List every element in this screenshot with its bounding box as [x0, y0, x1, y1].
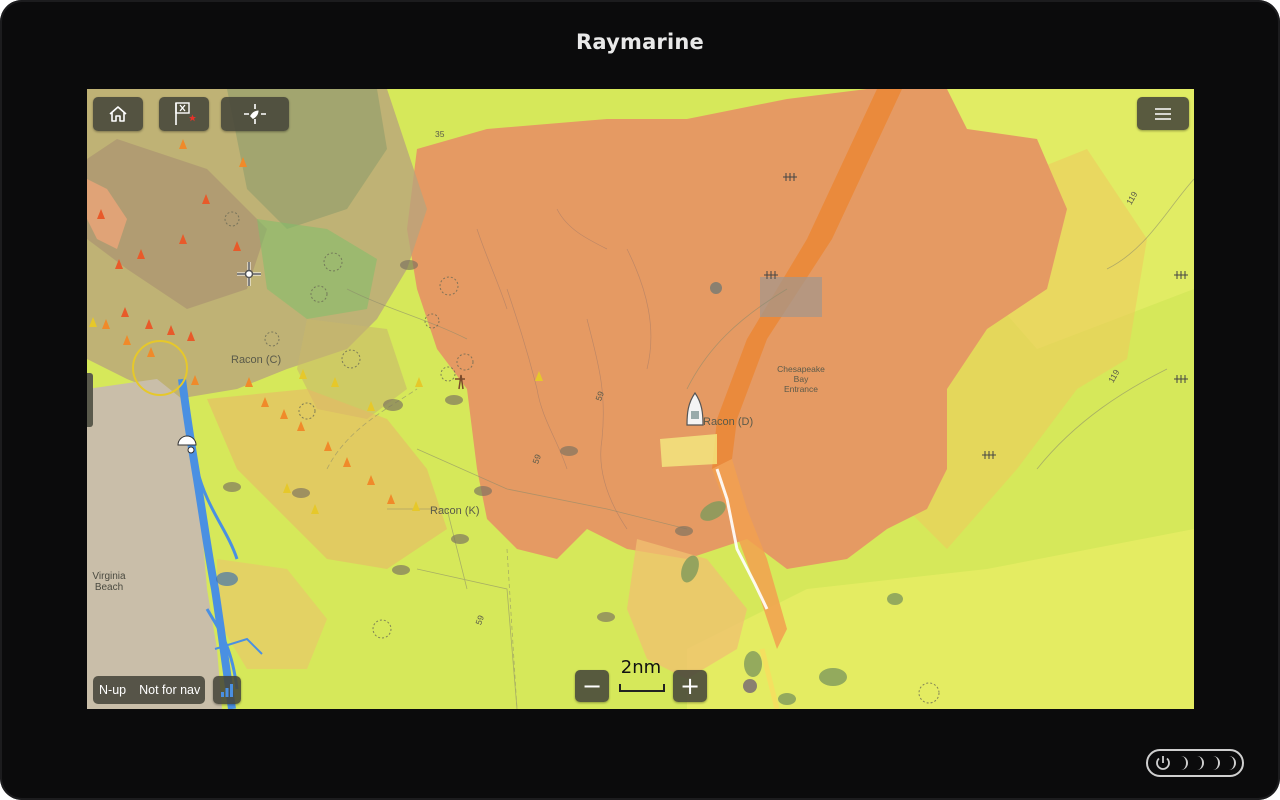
find-ship-icon: [244, 104, 266, 124]
not-for-nav-label: Not for nav: [139, 683, 201, 697]
swipe-arc-icon: [1193, 756, 1204, 770]
zoom-out-button[interactable]: −: [575, 670, 609, 702]
brand-logo: Raymarine: [576, 30, 704, 54]
zoom-in-button[interactable]: +: [673, 670, 707, 702]
waypoint-button[interactable]: [159, 97, 209, 131]
depth-label: 35: [435, 129, 445, 139]
data-overlay-button[interactable]: [213, 676, 241, 704]
chart-screen[interactable]: Racon (C) Racon (D) Racon (K) Chesapeake…: [87, 89, 1194, 709]
plus-icon: +: [679, 672, 701, 700]
minus-icon: −: [581, 672, 603, 700]
power-swipe-button[interactable]: [1146, 749, 1244, 777]
chesapeake-bay-entrance-label: Chesapeake Bay Entrance: [777, 364, 825, 394]
swipe-arc-icon: [1225, 756, 1236, 770]
status-bar[interactable]: N-up Not for nav: [93, 676, 205, 704]
menu-button[interactable]: [1137, 97, 1189, 130]
waypoint-flag-icon: [175, 102, 196, 125]
signal-bars-icon: [221, 684, 233, 697]
nautical-chart-map[interactable]: [87, 89, 1194, 709]
side-panel-tab[interactable]: [87, 373, 93, 427]
orientation-label: N-up: [99, 683, 127, 697]
racon-c-label: Racon (C): [231, 354, 282, 366]
home-button[interactable]: [93, 97, 143, 131]
hamburger-menu-icon: [1155, 107, 1171, 120]
virginia-beach-label: Virginia Beach: [92, 571, 126, 593]
scale-bar: [619, 684, 665, 692]
swipe-arc-icon: [1209, 756, 1220, 770]
find-ship-button[interactable]: [221, 97, 289, 131]
power-icon: [1156, 756, 1170, 770]
racon-d-label: Racon (D): [703, 416, 754, 428]
swipe-arc-icon: [1177, 756, 1188, 770]
racon-k-label: Racon (K): [430, 505, 480, 517]
home-icon: [109, 106, 127, 122]
chartplotter-device: Raymarine Racon (C) Racon (D) Racon (K) …: [0, 0, 1280, 800]
scale-label: 2nm: [620, 657, 662, 678]
